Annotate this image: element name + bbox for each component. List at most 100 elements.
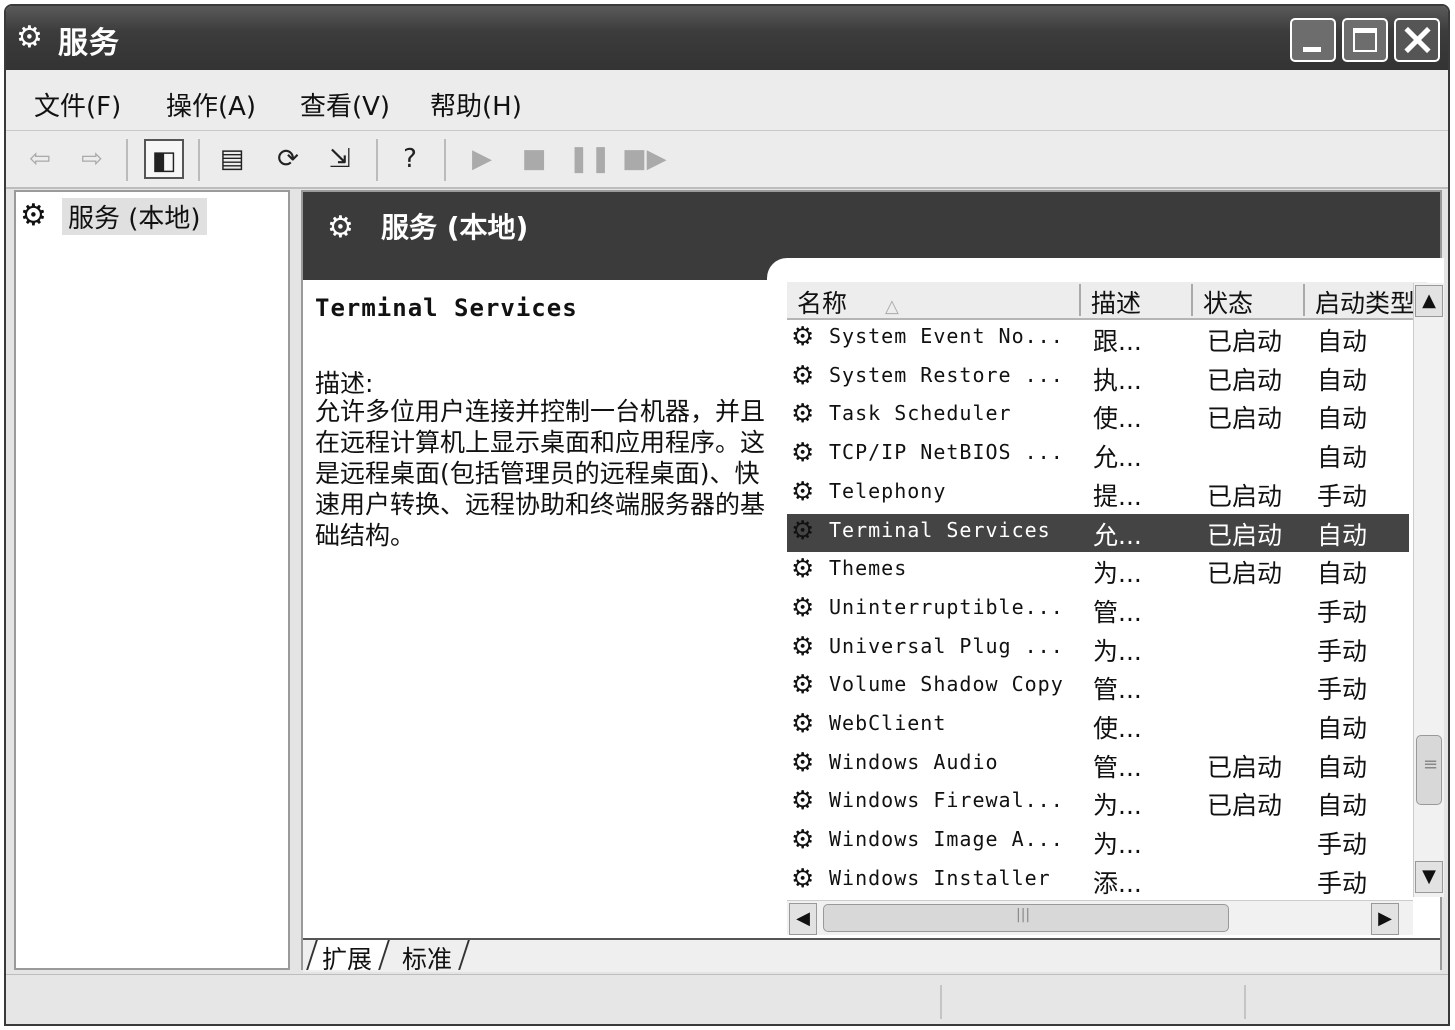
- menu-help[interactable]: 帮助(H): [430, 86, 522, 123]
- refresh-icon[interactable]: ⟳: [268, 139, 308, 179]
- service-status-cell: 已启动: [1207, 791, 1283, 821]
- service-gear-icon: ⚙: [791, 554, 815, 585]
- restart-service-icon[interactable]: ■▶: [622, 139, 667, 179]
- pause-service-icon[interactable]: ❚❚: [568, 139, 612, 179]
- service-startup-type-cell: 手动: [1317, 597, 1368, 627]
- service-startup-type-cell: 自动: [1317, 791, 1368, 821]
- service-name-cell: Uninterruptible...: [829, 594, 1064, 619]
- table-row[interactable]: ⚙ Windows Audio 管... 已启动 自动: [787, 746, 1409, 785]
- table-row[interactable]: ⚙ Themes 为... 已启动 自动: [787, 552, 1409, 591]
- service-gear-icon: ⚙: [791, 825, 815, 856]
- table-row[interactable]: ⚙ Windows Installer 添... 手动: [787, 862, 1409, 901]
- service-startup-type-cell: 自动: [1317, 752, 1368, 782]
- table-row[interactable]: ⚙ WebClient 使... 自动: [787, 707, 1409, 746]
- table-row[interactable]: ⚙ System Event No... 跟... 已启动 自动: [787, 320, 1409, 359]
- vertical-scroll-thumb[interactable]: [1416, 735, 1442, 805]
- services-window: ⚙ 服务 文件(F) 操作(A) 查看(V) 帮助(H) ⇦ ⇨ ◧ ▤ ⟳ ⇲…: [4, 4, 1450, 1026]
- forward-arrow-icon[interactable]: ⇨: [72, 139, 112, 179]
- service-startup-type-cell: 自动: [1317, 515, 1368, 552]
- toolbar-separator: [376, 139, 378, 181]
- service-description-cell: 使...: [1093, 714, 1142, 743]
- service-description-cell: 为...: [1093, 791, 1142, 821]
- scroll-up-icon[interactable]: ▲: [1415, 285, 1443, 317]
- menu-file[interactable]: 文件(F): [34, 86, 121, 123]
- column-header-description[interactable]: 描述: [1081, 284, 1193, 316]
- column-header-name[interactable]: 名称 △: [787, 284, 1081, 316]
- close-button[interactable]: [1394, 18, 1440, 62]
- service-name-cell: WebClient: [829, 711, 947, 735]
- service-name-cell: Windows Firewal...: [829, 788, 1064, 813]
- service-status-cell: 已启动: [1207, 365, 1283, 395]
- service-gear-icon: ⚙: [791, 399, 815, 430]
- scroll-down-icon[interactable]: ▼: [1415, 861, 1443, 893]
- service-gear-icon: ⚙: [791, 709, 815, 739]
- service-startup-type-cell: 手动: [1317, 481, 1368, 511]
- service-name-cell: System Event No...: [829, 324, 1064, 348]
- start-service-icon[interactable]: ▶: [462, 139, 502, 179]
- services-gear-icon: ⚙: [327, 210, 354, 245]
- table-row[interactable]: ⚙ Windows Firewal... 为... 已启动 自动: [787, 784, 1409, 823]
- table-row[interactable]: ⚙ Telephony 提... 已启动 手动: [787, 475, 1409, 514]
- scroll-left-icon[interactable]: ◀: [789, 903, 817, 935]
- service-name-cell: Themes: [829, 556, 908, 581]
- tree-item-services-local[interactable]: 服务 (本地): [62, 198, 207, 235]
- service-gear-icon: ⚙: [791, 863, 815, 894]
- back-arrow-icon[interactable]: ⇦: [20, 139, 60, 179]
- service-gear-icon: ⚙: [791, 515, 815, 546]
- toolbar: ⇦ ⇨ ◧ ▤ ⟳ ⇲ ? ▶ ■ ❚❚ ■▶: [6, 131, 1448, 189]
- description-label: 描述:: [315, 369, 374, 398]
- window-title: 服务: [58, 26, 120, 61]
- console-tree: ⚙ 服务 (本地): [14, 190, 290, 970]
- selected-service-name: Terminal Services: [315, 294, 578, 322]
- menu-view[interactable]: 查看(V): [300, 86, 390, 123]
- services-list: 名称 △ 描述 状态 启动类型 ⚙ System Event No... 跟... 已…: [787, 282, 1427, 942]
- table-row[interactable]: ⚙ TCP/IP NetBIOS ... 允... 自动: [787, 436, 1409, 475]
- table-row[interactable]: ⚙ Windows Image A... 为... 手动: [787, 823, 1409, 862]
- description-text: 允许多位用户连接并控制一台机器，并且在远程计算机上显示桌面和应用程序。这是远程桌…: [315, 397, 766, 550]
- table-row[interactable]: ⚙ Universal Plug ... 为... 手动: [787, 630, 1409, 669]
- service-startup-type-cell: 手动: [1317, 868, 1368, 898]
- stop-service-icon[interactable]: ■: [514, 139, 554, 179]
- service-name-cell: Terminal Services: [829, 517, 1077, 542]
- table-row[interactable]: ⚙ Uninterruptible... 管... 手动: [787, 591, 1409, 630]
- sort-ascending-icon: △: [884, 296, 899, 316]
- table-row[interactable]: ⚙ Task Scheduler 使... 已启动 自动: [787, 397, 1409, 436]
- service-startup-type-cell: 手动: [1317, 830, 1368, 860]
- maximize-button[interactable]: [1342, 18, 1388, 62]
- tab-standard[interactable]: 标准: [388, 940, 470, 974]
- show-hide-tree-icon[interactable]: ◧: [144, 139, 184, 179]
- service-name-cell: TCP/IP NetBIOS ...: [829, 440, 1064, 465]
- title-bar[interactable]: ⚙ 服务: [6, 6, 1448, 70]
- service-description-cell: 管...: [1093, 752, 1142, 782]
- horizontal-scrollbar[interactable]: ◀ ▶: [787, 900, 1413, 935]
- properties-icon[interactable]: ▤: [212, 139, 252, 179]
- service-startup-type-cell: 手动: [1317, 675, 1368, 705]
- export-list-icon[interactable]: ⇲: [320, 139, 360, 179]
- table-row[interactable]: ⚙ Volume Shadow Copy 管... 手动: [787, 668, 1409, 707]
- service-description-cell: 允...: [1093, 443, 1142, 473]
- column-header-startup-type[interactable]: 启动类型: [1305, 284, 1417, 316]
- table-row[interactable]: ⚙ System Restore ... 执... 已启动 自动: [787, 359, 1409, 398]
- service-description-cell: 为...: [1093, 559, 1142, 589]
- service-description-cell: 为...: [1093, 636, 1142, 666]
- service-name-cell: Windows Audio: [829, 749, 999, 774]
- column-header-status[interactable]: 状态: [1193, 284, 1305, 316]
- service-gear-icon: ⚙: [791, 438, 815, 469]
- service-description-cell: 添...: [1093, 868, 1142, 898]
- service-gear-icon: ⚙: [791, 322, 815, 352]
- service-gear-icon: ⚙: [791, 592, 815, 623]
- horizontal-scroll-thumb[interactable]: [823, 904, 1229, 932]
- service-startup-type-cell: 自动: [1317, 365, 1368, 395]
- service-description-cell: 管...: [1093, 675, 1142, 705]
- help-icon[interactable]: ?: [390, 139, 430, 179]
- table-row[interactable]: ⚙ Terminal Services 允... 已启动 自动: [787, 513, 1409, 553]
- minimize-button[interactable]: [1290, 18, 1336, 62]
- menu-action[interactable]: 操作(A): [166, 86, 256, 123]
- vertical-scrollbar[interactable]: ▲ ▼: [1413, 283, 1444, 897]
- list-header: 名称 △ 描述 状态 启动类型: [787, 282, 1427, 320]
- service-name-cell: Volume Shadow Copy: [829, 672, 1064, 697]
- scroll-right-icon[interactable]: ▶: [1371, 903, 1399, 935]
- toolbar-separator: [444, 139, 446, 181]
- tab-extended[interactable]: 扩展: [306, 940, 390, 974]
- service-gear-icon: ⚙: [791, 786, 815, 817]
